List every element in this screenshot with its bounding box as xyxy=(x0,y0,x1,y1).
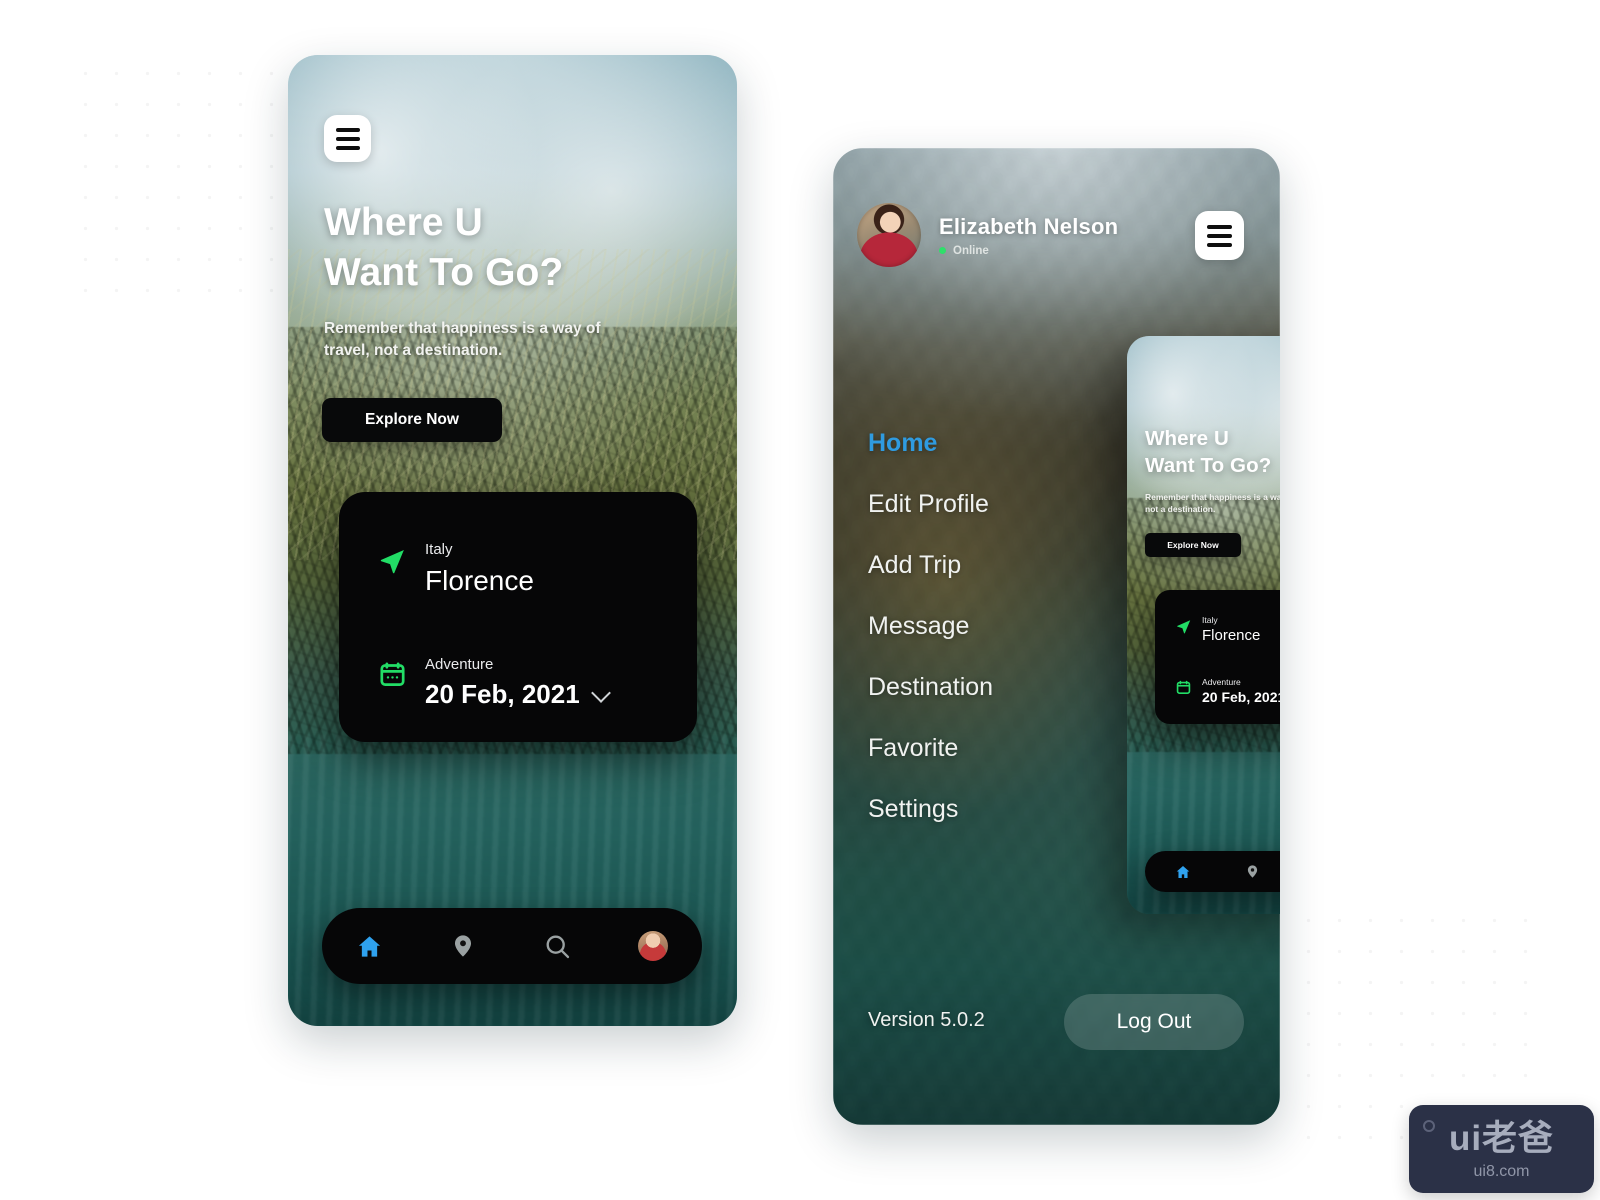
trip-country-label: Italy xyxy=(425,541,453,558)
hamburger-icon-bar xyxy=(1207,233,1232,238)
watermark-title: ui老爸 xyxy=(1448,1119,1555,1158)
version-label: Version 5.0.2 xyxy=(868,1009,985,1031)
preview-trip-card: Italy Florence Adventure 20 Feb, 2021 xyxy=(1155,590,1280,724)
trip-type-label: Adventure xyxy=(425,656,494,673)
preview-explore-now-button[interactable]: Explore Now xyxy=(1145,533,1241,557)
nav-item-search[interactable] xyxy=(544,933,571,960)
preview-bottom-navigation-bar xyxy=(1145,851,1280,892)
navigation-arrow-icon xyxy=(1174,618,1193,635)
menu-item-add-trip[interactable]: Add Trip xyxy=(868,553,993,578)
nav-item-profile[interactable] xyxy=(638,931,669,961)
trip-date-row: Adventure 20 Feb, 2021 xyxy=(375,656,611,711)
bottom-navigation-bar xyxy=(322,908,702,984)
hero-title-line2: Want To Go? xyxy=(324,250,564,294)
trip-date-value: 20 Feb, 2021 xyxy=(425,678,580,709)
map-pin-icon xyxy=(1247,865,1258,878)
preview-hero-title-line2: Want To Go? xyxy=(1145,453,1272,477)
menu-item-home[interactable]: Home xyxy=(868,431,993,456)
online-status-dot-icon xyxy=(939,247,946,254)
home-icon xyxy=(358,935,380,957)
menu-item-edit-profile[interactable]: Edit Profile xyxy=(868,492,993,517)
preview-hero-title-line1: Where U xyxy=(1145,427,1229,450)
hero-title-line1: Where U xyxy=(324,201,483,244)
preview-trip-date-value: 20 Feb, 2021 xyxy=(1202,689,1280,706)
status-badge: Online xyxy=(939,245,1118,257)
home-screen-preview-card[interactable]: Where U Want To Go? Remember that happin… xyxy=(1127,336,1280,914)
menu-item-settings[interactable]: Settings xyxy=(868,797,993,822)
side-menu-screen-mockup: Elizabeth Nelson Online Where U Want To … xyxy=(833,148,1280,1125)
hamburger-icon-bar xyxy=(1207,224,1232,229)
preview-trip-location-row: Italy Florence xyxy=(1174,615,1261,646)
trip-city-value: Florence xyxy=(425,564,534,596)
nav-item-location[interactable] xyxy=(450,933,476,959)
profile-name: Elizabeth Nelson xyxy=(939,213,1119,239)
explore-now-button[interactable]: Explore Now xyxy=(322,398,502,442)
hero-title: Where U Want To Go? xyxy=(324,198,563,298)
map-pin-icon xyxy=(455,935,472,957)
log-out-button[interactable]: Log Out xyxy=(1064,994,1244,1050)
hamburger-icon-bar xyxy=(1207,242,1232,247)
preview-trip-country-label: Italy xyxy=(1202,615,1218,625)
status-label: Online xyxy=(953,244,989,257)
preview-trip-date-row: Adventure 20 Feb, 2021 xyxy=(1174,677,1280,707)
trip-date-value-wrap[interactable]: 20 Feb, 2021 xyxy=(425,678,611,711)
watermark-badge: ui老爸 ui8.com xyxy=(1409,1105,1594,1193)
hero-subtitle: Remember that happiness is a way of trav… xyxy=(324,320,601,360)
menu-item-message[interactable]: Message xyxy=(868,614,993,639)
decorative-dot-grid-top-left xyxy=(70,58,320,308)
menu-item-destination[interactable]: Destination xyxy=(868,675,993,700)
preview-nav-item-location[interactable] xyxy=(1245,864,1260,879)
nav-item-home[interactable] xyxy=(356,933,383,960)
navigation-arrow-icon xyxy=(375,546,409,576)
hamburger-icon-bar xyxy=(335,136,360,141)
profile-header[interactable]: Elizabeth Nelson Online xyxy=(857,203,1118,267)
hamburger-menu-button[interactable] xyxy=(324,115,371,162)
menu-item-favorite[interactable]: Favorite xyxy=(868,736,993,761)
calendar-icon xyxy=(375,661,409,688)
hamburger-icon-bar xyxy=(335,145,360,150)
preview-hero-title: Where U Want To Go? xyxy=(1145,426,1271,479)
hamburger-icon-bar xyxy=(335,127,360,132)
side-menu-list: Home Edit Profile Add Trip Message Desti… xyxy=(868,431,993,858)
chevron-down-icon[interactable] xyxy=(590,682,611,703)
preview-trip-type-label: Adventure xyxy=(1202,677,1241,687)
canvas: Where U Want To Go? Remember that happin… xyxy=(0,0,1600,1200)
avatar[interactable] xyxy=(857,203,921,267)
trip-card: Italy Florence Adventure 20 Feb, 2021 xyxy=(339,492,697,742)
home-icon xyxy=(1176,865,1190,878)
home-screen-mockup: Where U Want To Go? Remember that happin… xyxy=(288,55,737,1026)
calendar-icon xyxy=(1174,680,1193,695)
hamburger-menu-button[interactable] xyxy=(1195,211,1244,260)
preview-nav-item-home[interactable] xyxy=(1175,864,1191,880)
avatar-icon xyxy=(638,931,669,961)
preview-trip-city-value: Florence xyxy=(1202,627,1261,645)
search-icon xyxy=(546,935,569,958)
watermark-url: ui8.com xyxy=(1473,1163,1530,1180)
trip-location-row: Italy Florence xyxy=(375,541,534,598)
preview-hero-subtitle: Remember that happiness is a way of trav… xyxy=(1145,492,1280,515)
